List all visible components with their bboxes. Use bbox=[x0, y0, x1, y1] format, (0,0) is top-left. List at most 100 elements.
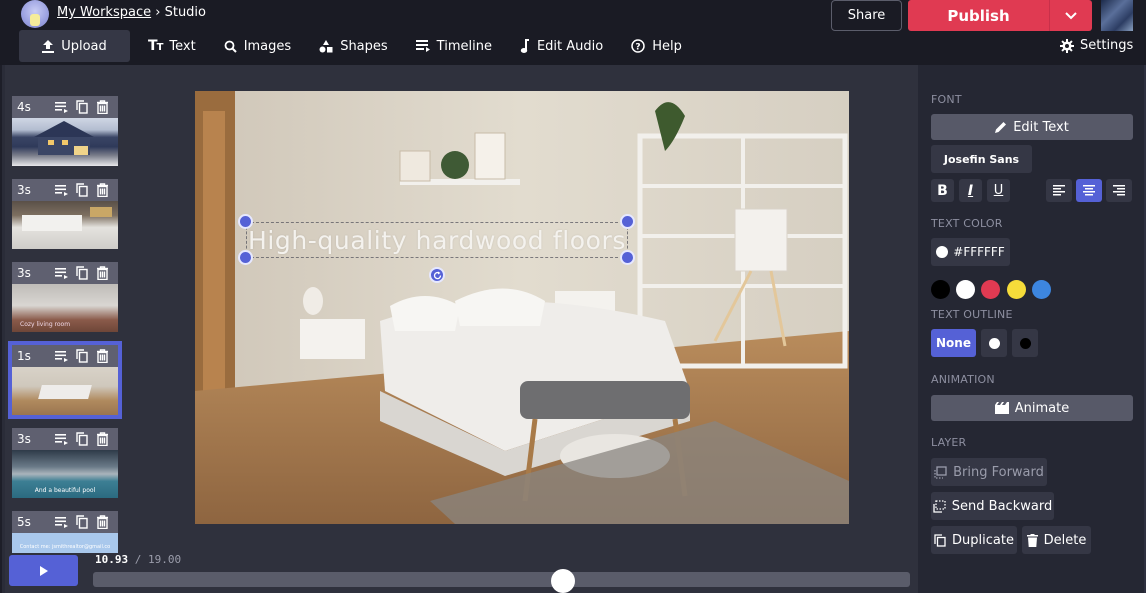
slide-caption: And a beautiful pool bbox=[34, 487, 96, 494]
underline-button[interactable]: U bbox=[987, 179, 1010, 202]
bring-forward-icon bbox=[934, 465, 947, 479]
help-label: Help bbox=[652, 38, 682, 54]
timeline-tool-button[interactable]: Timeline bbox=[402, 30, 506, 62]
delete-label: Delete bbox=[1043, 532, 1087, 548]
slide-timing-icon[interactable] bbox=[55, 350, 68, 362]
align-left-button[interactable] bbox=[1046, 179, 1072, 202]
outline-none-button[interactable]: None bbox=[931, 329, 976, 357]
slide-thumbnail[interactable]: 4s bbox=[12, 96, 118, 166]
slide-duration[interactable]: 4s bbox=[17, 100, 47, 114]
slide-thumbnail[interactable]: 3s Cozy living room bbox=[12, 262, 118, 332]
slide-thumbnail[interactable]: 5s Contact me: jsmithrealtor@gmail.co bbox=[12, 511, 118, 553]
delete-slide-icon[interactable] bbox=[96, 432, 109, 446]
pencil-icon bbox=[995, 122, 1007, 133]
duplicate-slide-icon[interactable] bbox=[76, 100, 88, 114]
bring-forward-label: Bring Forward bbox=[953, 464, 1044, 480]
slide-list: 4s 3s 3s Cozy living room 1s 3s And a be… bbox=[5, 65, 125, 553]
slide-timing-icon[interactable] bbox=[55, 433, 68, 445]
color-swatch-black[interactable] bbox=[931, 280, 950, 299]
bring-forward-button[interactable]: Bring Forward bbox=[931, 458, 1047, 486]
resize-handle-top-left[interactable] bbox=[238, 214, 253, 229]
animation-section-label: ANIMATION bbox=[931, 373, 995, 386]
settings-label: Settings bbox=[1080, 38, 1134, 53]
duplicate-slide-icon[interactable] bbox=[76, 183, 88, 197]
upload-label: Upload bbox=[61, 38, 107, 54]
align-center-button[interactable] bbox=[1076, 179, 1102, 202]
font-family-select[interactable]: Josefin Sans bbox=[931, 145, 1032, 173]
rotate-handle[interactable] bbox=[429, 267, 445, 283]
publish-button[interactable]: Publish bbox=[908, 0, 1049, 31]
headline-text[interactable]: High-quality hardwood floors bbox=[246, 222, 628, 258]
edit-text-button[interactable]: Edit Text bbox=[931, 114, 1133, 140]
delete-button[interactable]: Delete bbox=[1022, 526, 1091, 554]
shapes-label: Shapes bbox=[340, 38, 388, 54]
slide-duration[interactable]: 1s bbox=[17, 349, 47, 363]
workspace-avatar[interactable] bbox=[21, 0, 49, 28]
color-swatch-white[interactable] bbox=[956, 280, 975, 299]
upload-button[interactable]: Upload bbox=[19, 30, 130, 62]
duplicate-slide-icon[interactable] bbox=[76, 515, 88, 529]
settings-button[interactable]: Settings bbox=[1060, 38, 1133, 53]
play-button[interactable] bbox=[9, 555, 78, 586]
help-button[interactable]: ? Help bbox=[617, 30, 696, 62]
help-icon: ? bbox=[631, 39, 645, 53]
upload-icon bbox=[42, 39, 55, 53]
text-color-picker[interactable]: #FFFFFF bbox=[931, 238, 1010, 266]
breadcrumb-separator: › bbox=[155, 5, 161, 20]
duplicate-slide-icon[interactable] bbox=[76, 266, 88, 280]
breadcrumb-workspace-link[interactable]: My Workspace bbox=[57, 5, 151, 20]
text-color-section-label: TEXT COLOR bbox=[931, 217, 1003, 230]
images-tool-button[interactable]: Images bbox=[210, 30, 306, 62]
italic-button[interactable]: I bbox=[959, 179, 982, 202]
slide-timing-icon[interactable] bbox=[55, 101, 68, 113]
text-tool-button[interactable]: TT Text bbox=[134, 30, 210, 62]
send-backward-button[interactable]: Send Backward bbox=[931, 492, 1054, 520]
images-label: Images bbox=[243, 38, 292, 54]
delete-slide-icon[interactable] bbox=[96, 183, 109, 197]
slide-timing-icon[interactable] bbox=[55, 516, 68, 528]
align-right-button[interactable] bbox=[1106, 179, 1132, 202]
color-swatch-yellow[interactable] bbox=[1007, 280, 1026, 299]
time-separator: / bbox=[134, 553, 142, 566]
outline-black-button[interactable] bbox=[1012, 329, 1038, 357]
align-center-icon bbox=[1083, 185, 1095, 196]
share-button[interactable]: Share bbox=[831, 0, 902, 31]
play-icon bbox=[39, 565, 48, 576]
resize-handle-bottom-right[interactable] bbox=[620, 250, 635, 265]
delete-slide-icon[interactable] bbox=[96, 349, 109, 363]
shapes-tool-button[interactable]: Shapes bbox=[305, 30, 401, 62]
bold-button[interactable]: B bbox=[931, 179, 954, 202]
music-note-icon bbox=[520, 39, 529, 53]
slide-thumbnail[interactable]: 3s And a beautiful pool bbox=[12, 428, 118, 498]
color-swatch-red[interactable] bbox=[981, 280, 1000, 299]
duplicate-slide-icon[interactable] bbox=[76, 432, 88, 446]
resize-handle-bottom-left[interactable] bbox=[238, 250, 253, 265]
delete-slide-icon[interactable] bbox=[96, 100, 109, 114]
duplicate-button[interactable]: Duplicate bbox=[931, 526, 1017, 554]
edit-audio-button[interactable]: Edit Audio bbox=[506, 30, 617, 62]
delete-slide-icon[interactable] bbox=[96, 266, 109, 280]
trash-icon bbox=[1026, 533, 1038, 547]
chevron-down-icon bbox=[1065, 11, 1077, 19]
publish-options-button[interactable] bbox=[1049, 0, 1092, 31]
breadcrumb: My Workspace › Studio bbox=[57, 5, 206, 20]
slide-timing-icon[interactable] bbox=[55, 184, 68, 196]
animate-button[interactable]: Animate bbox=[931, 395, 1133, 421]
user-profile-avatar[interactable] bbox=[1101, 0, 1133, 31]
scrubber-handle[interactable] bbox=[550, 569, 575, 593]
resize-handle-top-right[interactable] bbox=[620, 214, 635, 229]
slide-duration[interactable]: 3s bbox=[17, 266, 47, 280]
slide-timing-icon[interactable] bbox=[55, 267, 68, 279]
duplicate-slide-icon[interactable] bbox=[76, 349, 88, 363]
edit-audio-label: Edit Audio bbox=[536, 38, 604, 54]
outline-white-button[interactable] bbox=[981, 329, 1007, 357]
slide-duration[interactable]: 3s bbox=[17, 183, 47, 197]
delete-slide-icon[interactable] bbox=[96, 515, 109, 529]
slide-duration[interactable]: 3s bbox=[17, 432, 47, 446]
slide-duration[interactable]: 5s bbox=[17, 515, 47, 529]
color-swatch-blue[interactable] bbox=[1032, 280, 1051, 299]
timeline-scrubber[interactable] bbox=[93, 569, 910, 593]
slide-canvas[interactable] bbox=[195, 91, 849, 524]
slide-thumbnail-selected[interactable]: 1s bbox=[8, 341, 122, 419]
slide-thumbnail[interactable]: 3s bbox=[12, 179, 118, 249]
